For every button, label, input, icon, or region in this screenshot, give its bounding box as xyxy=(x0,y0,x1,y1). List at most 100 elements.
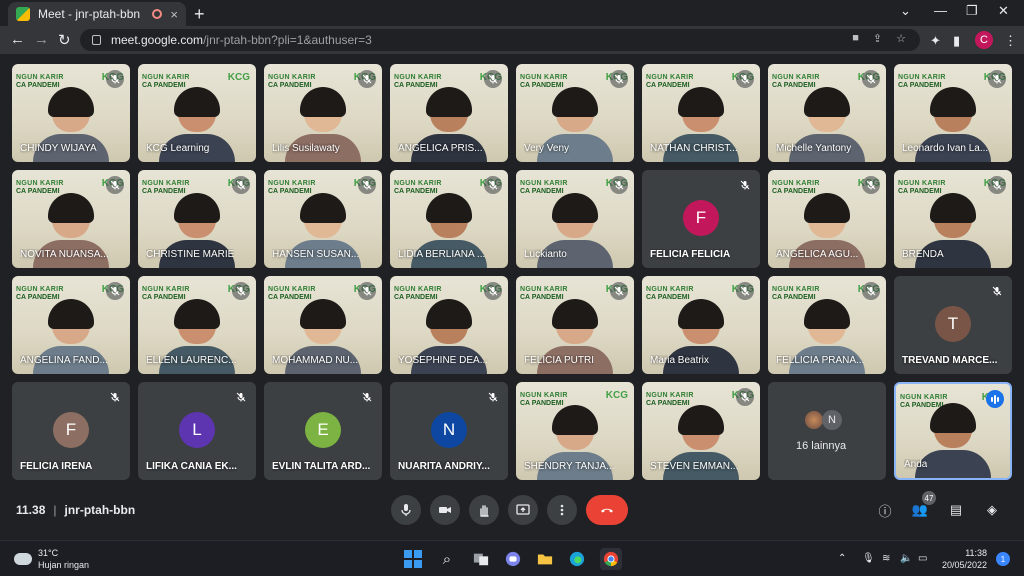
banner-line1: NGUN KARIR xyxy=(142,180,190,187)
browser-menu-icon[interactable]: ⋮ xyxy=(1004,33,1017,49)
participant-tile[interactable]: N NUARITA ANDRIY... xyxy=(390,382,508,480)
participant-count-badge: 47 xyxy=(922,491,936,505)
bookmark-star-icon[interactable]: ☆ xyxy=(896,32,906,45)
search-icon[interactable]: ⌕ xyxy=(436,548,458,570)
address-bar[interactable]: meet.google.com /jnr-ptah-bbn?pli=1&auth… xyxy=(80,29,920,51)
chrome-browser-icon[interactable] xyxy=(600,548,622,570)
meeting-code: jnr-ptah-bbn xyxy=(64,503,136,517)
weather-widget[interactable]: 31°C Hujan ringan xyxy=(14,547,89,571)
share-icon[interactable]: ⇪ xyxy=(873,32,882,45)
participant-name: BRENDA xyxy=(902,249,944,260)
participant-tile[interactable]: E EVLIN TALITA ARD... xyxy=(264,382,382,480)
banner-line1: NGUN KARIR xyxy=(16,286,64,293)
tab-close-button[interactable]: × xyxy=(170,7,178,22)
participant-tile[interactable]: NGUN KARIRCA PANDEMIKCGYOSEPHINE DEA... xyxy=(390,276,508,374)
microphone-icon xyxy=(401,504,411,516)
more-vert-icon xyxy=(560,504,564,516)
participant-tile[interactable]: NGUN KARIRCA PANDEMIKCGVery Veny xyxy=(516,64,634,162)
participant-tile[interactable]: NGUN KARIRCA PANDEMIKCGNOVITA NUANSA... xyxy=(12,170,130,268)
windows-taskbar: 31°C Hujan ringan ⌕ ⌃ 🎙 ≋ 🔈 ▭ 11:38 20/0… xyxy=(0,540,1024,576)
participant-tile[interactable]: NGUN KARIRCA PANDEMIKCGFELICIA PUTRI xyxy=(516,276,634,374)
banner-line1: NGUN KARIR xyxy=(268,286,316,293)
close-window-button[interactable]: ✕ xyxy=(998,3,1009,19)
participant-tile[interactable]: NGUN KARIRCA PANDEMIKCGANGELINA FAND... xyxy=(12,276,130,374)
notification-badge[interactable]: 1 xyxy=(996,552,1010,566)
leave-call-button[interactable] xyxy=(586,495,628,525)
windows-start-icon[interactable] xyxy=(402,548,424,570)
self-view-tile[interactable]: NGUN KARIRCA PANDEMIKCGAnda xyxy=(894,382,1012,480)
participant-tile[interactable]: NGUN KARIRCA PANDEMIKCGCHINDY WIJAYA xyxy=(12,64,130,162)
participant-tile[interactable]: NGUN KARIR CA PANDEMI KCG SHENDRY TANJA... xyxy=(516,382,634,480)
tab-search-button[interactable]: ⌄ xyxy=(900,3,911,19)
side-panel-icon[interactable]: ▮ xyxy=(953,33,960,49)
microphone-tray-icon[interactable]: 🎙 xyxy=(862,553,875,564)
participant-name: FELICIA PUTRI xyxy=(524,355,595,366)
participant-tile[interactable]: F FELICIA FELICIA xyxy=(642,170,760,268)
more-options-button[interactable] xyxy=(547,495,577,525)
volume-icon[interactable]: 🔈 xyxy=(900,553,912,564)
chat-icon[interactable]: ▤ xyxy=(947,501,965,519)
participant-tile[interactable]: L LIFIKA CANIA EK... xyxy=(138,382,256,480)
participant-name: Michelle Yantony xyxy=(776,143,852,154)
teams-chat-icon[interactable] xyxy=(502,548,524,570)
mic-off-icon xyxy=(232,388,250,406)
participant-tile[interactable]: NGUN KARIRCA PANDEMIKCGELLEN LAURENC... xyxy=(138,276,256,374)
more-participants-tile[interactable]: N 16 lainnya xyxy=(768,382,886,480)
banner-line1: NGUN KARIR xyxy=(646,392,694,399)
restore-button[interactable]: ❐ xyxy=(966,3,978,19)
camera-permission-icon[interactable]: ■ xyxy=(852,32,859,45)
camera-button[interactable] xyxy=(430,495,460,525)
participant-tile[interactable]: NGUN KARIRCA PANDEMIKCGCHRISTINE MARIE xyxy=(138,170,256,268)
back-icon[interactable]: ← xyxy=(10,31,25,48)
tab-title: Meet - jnr-ptah-bbn xyxy=(38,7,141,21)
banner-line2: CA PANDEMI xyxy=(142,294,186,301)
participant-tile[interactable]: NGUN KARIRCA PANDEMIKCGLuckianto xyxy=(516,170,634,268)
system-clock[interactable]: 11:38 20/05/2022 xyxy=(942,547,987,571)
extensions-icon[interactable]: ✦ xyxy=(930,33,941,49)
tray-overflow-icon[interactable]: ⌃ xyxy=(838,553,846,564)
banner-line1: NGUN KARIR xyxy=(520,180,568,187)
tab-meet[interactable]: Meet - jnr-ptah-bbn × xyxy=(8,2,186,26)
banner-line1: NGUN KARIR xyxy=(646,286,694,293)
participant-tile[interactable]: NGUN KARIRCA PANDEMIKCGMOHAMMAD NU... xyxy=(264,276,382,374)
participant-tile[interactable]: NGUN KARIRCA PANDEMIKCGLilis Susilawaty xyxy=(264,64,382,162)
meeting-info-icon[interactable]: ⓘ xyxy=(876,501,894,519)
mic-off-icon xyxy=(736,388,754,406)
battery-icon[interactable]: ▭ xyxy=(918,553,927,564)
mic-off-icon xyxy=(484,282,502,300)
profile-avatar[interactable]: C xyxy=(975,31,993,49)
participant-tile[interactable]: NGUN KARIRCA PANDEMIKCGLIDIA BERLIANA ..… xyxy=(390,170,508,268)
edge-browser-icon[interactable] xyxy=(566,548,588,570)
participant-tile[interactable]: NGUN KARIRCA PANDEMIKCGLeonardo Ivan La.… xyxy=(894,64,1012,162)
minimize-button[interactable]: — xyxy=(934,3,947,18)
banner-line2: CA PANDEMI xyxy=(646,82,690,89)
participant-tile[interactable]: NGUN KARIRCA PANDEMIKCGMaria Beatrix xyxy=(642,276,760,374)
banner-line1: NGUN KARIR xyxy=(16,180,64,187)
activities-icon[interactable]: ◈ xyxy=(983,501,1001,519)
participant-tile[interactable]: NGUN KARIR CA PANDEMI KCG KCG Learning xyxy=(138,64,256,162)
microphone-button[interactable] xyxy=(391,495,421,525)
participant-tile[interactable]: NGUN KARIRCA PANDEMIKCGBRENDA xyxy=(894,170,1012,268)
mic-off-icon xyxy=(736,70,754,88)
forward-icon[interactable]: → xyxy=(34,31,49,48)
reload-icon[interactable]: ↻ xyxy=(58,31,71,49)
file-explorer-icon[interactable] xyxy=(534,548,556,570)
present-screen-button[interactable] xyxy=(508,495,538,525)
task-view-icon[interactable] xyxy=(470,548,492,570)
participant-tile[interactable]: NGUN KARIRCA PANDEMIKCGANGELICA PRIS... xyxy=(390,64,508,162)
meet-favicon-icon xyxy=(16,7,30,21)
participant-tile[interactable]: F FELICIA IRENA xyxy=(12,382,130,480)
wifi-icon[interactable]: ≋ xyxy=(882,553,890,564)
participant-tile[interactable]: NGUN KARIRCA PANDEMIKCGFELLICIA PRANA... xyxy=(768,276,886,374)
raise-hand-button[interactable] xyxy=(469,495,499,525)
new-tab-button[interactable]: + xyxy=(194,4,205,25)
participant-tile[interactable]: NGUN KARIRCA PANDEMIKCGNATHAN CHRIST... xyxy=(642,64,760,162)
participant-tile[interactable]: T TREVAND MARCE... xyxy=(894,276,1012,374)
participant-tile[interactable]: NGUN KARIRCA PANDEMIKCGMichelle Yantony xyxy=(768,64,886,162)
mic-off-icon xyxy=(232,176,250,194)
participant-name: Very Veny xyxy=(524,143,570,154)
participant-tile[interactable]: NGUN KARIRCA PANDEMIKCGHANSEN SUSAN... xyxy=(264,170,382,268)
participant-tile[interactable]: NGUN KARIRCA PANDEMIKCGANGELICA AGU... xyxy=(768,170,886,268)
banner-line1: NGUN KARIR xyxy=(772,180,820,187)
participant-tile[interactable]: NGUN KARIRCA PANDEMIKCGSTEVEN EMMAN... xyxy=(642,382,760,480)
